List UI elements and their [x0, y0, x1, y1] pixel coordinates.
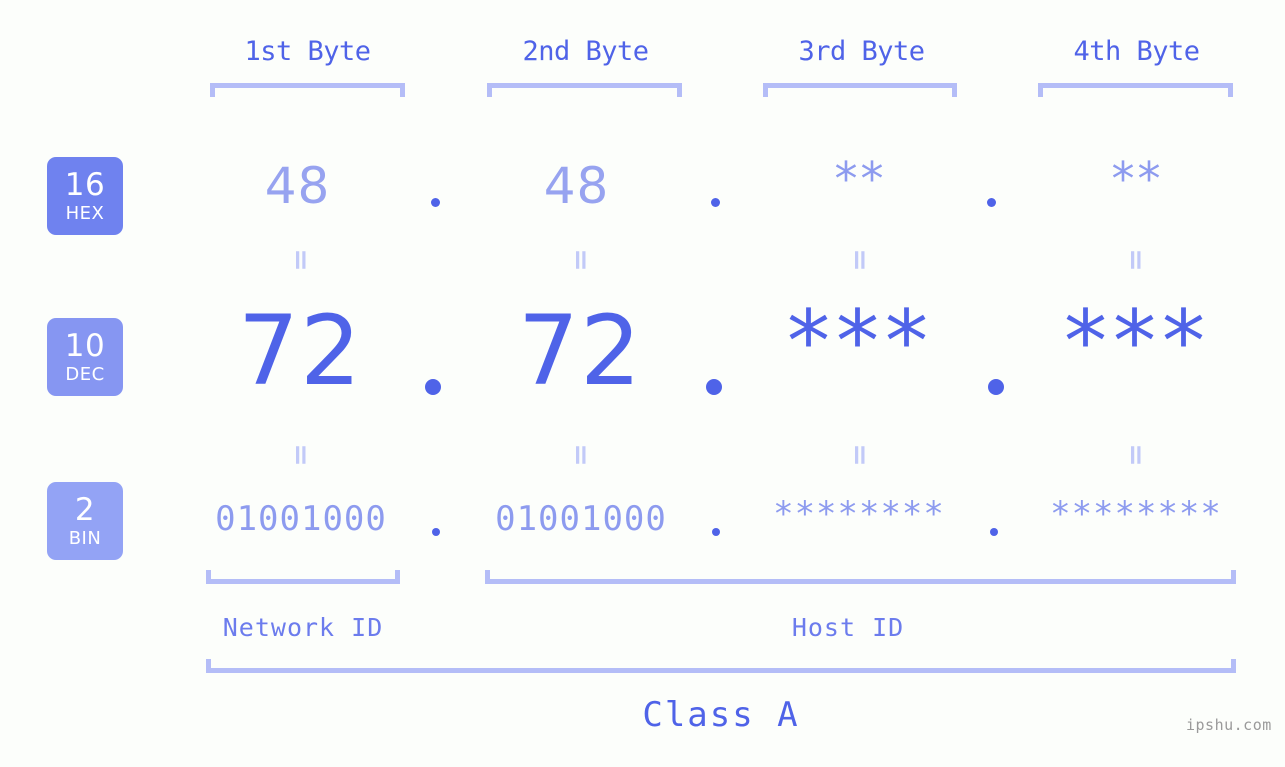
byte-bracket-4 [1038, 83, 1233, 97]
bin-dot-separator-3 [990, 528, 998, 536]
equals-hex-dec-2: = [565, 248, 598, 272]
site-watermark: ipshu.com [1186, 716, 1272, 734]
dec-dot-separator-2 [706, 379, 722, 395]
byte-header-4: 4th Byte [1073, 36, 1200, 67]
base-badge-dec-name: DEC [65, 363, 105, 385]
hex-byte-4-value: ** [1111, 152, 1164, 206]
base-badge-hex-name: HEX [65, 202, 105, 224]
byte-bracket-1 [210, 83, 405, 97]
bin-dot-separator-1 [432, 528, 440, 536]
equals-hex-dec-1: = [285, 248, 318, 272]
bin-byte-2-value: 01001000 [495, 499, 667, 539]
dec-byte-2-value: 72 [517, 295, 643, 407]
hex-dot-separator-2 [711, 198, 720, 207]
base-badge-dec-number: 10 [64, 327, 106, 364]
byte-header-2: 2nd Byte [522, 36, 649, 67]
byte-header-3: 3rd Byte [798, 36, 925, 67]
equals-dec-bin-3: = [844, 443, 877, 467]
network-id-bracket [206, 570, 400, 584]
bin-byte-3-value: ******** [773, 494, 945, 534]
host-id-label: Host ID [791, 613, 905, 642]
hex-dot-separator-3 [987, 198, 996, 207]
dec-byte-3-value: *** [787, 292, 934, 392]
equals-dec-bin-4: = [1120, 443, 1153, 467]
equals-dec-bin-2: = [565, 443, 598, 467]
byte-bracket-2 [487, 83, 682, 97]
equals-hex-dec-3: = [844, 248, 877, 272]
byte-bracket-3 [763, 83, 957, 97]
ip-address-breakdown-diagram: 1st Byte 2nd Byte 3rd Byte 4th Byte 16 H… [0, 0, 1285, 767]
base-badge-bin: 2 BIN [47, 482, 123, 560]
class-bracket [206, 659, 1236, 673]
bin-dot-separator-2 [712, 528, 720, 536]
dec-byte-1-value: 72 [237, 295, 363, 407]
base-badge-bin-name: BIN [68, 527, 102, 549]
base-badge-dec: 10 DEC [47, 318, 123, 396]
equals-hex-dec-4: = [1120, 248, 1153, 272]
dec-dot-separator-1 [425, 379, 441, 395]
bin-byte-4-value: ******** [1050, 494, 1222, 534]
base-badge-hex-number: 16 [64, 166, 106, 203]
dec-byte-4-value: *** [1064, 292, 1211, 392]
hex-byte-1-value: 48 [264, 157, 331, 215]
dec-dot-separator-3 [988, 379, 1004, 395]
base-badge-bin-number: 2 [74, 491, 96, 528]
hex-byte-3-value: ** [834, 152, 887, 206]
network-id-label: Network ID [222, 613, 384, 642]
class-label: Class A [642, 695, 800, 735]
host-id-bracket [485, 570, 1236, 584]
hex-dot-separator-1 [431, 198, 440, 207]
byte-header-1: 1st Byte [244, 36, 371, 67]
hex-byte-2-value: 48 [543, 157, 610, 215]
equals-dec-bin-1: = [285, 443, 318, 467]
base-badge-hex: 16 HEX [47, 157, 123, 235]
bin-byte-1-value: 01001000 [215, 499, 387, 539]
